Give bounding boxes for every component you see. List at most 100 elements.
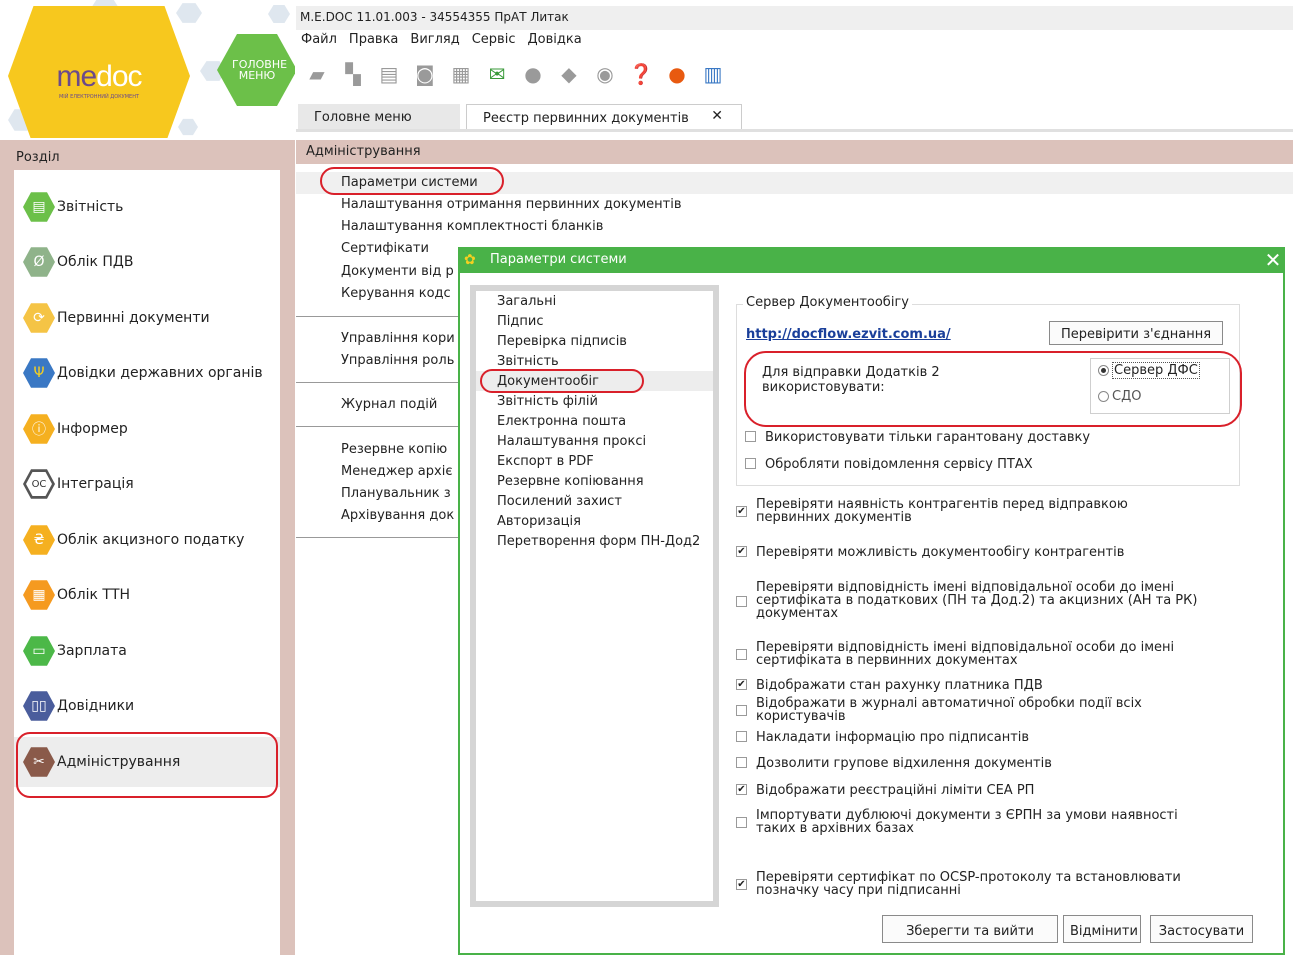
nav-item-general[interactable]: Загальні bbox=[497, 294, 556, 309]
link-primary-docs-settings[interactable]: Налаштування отримання первинних докумен… bbox=[341, 197, 681, 212]
checkbox-box[interactable] bbox=[736, 705, 747, 716]
nav-item-backup[interactable]: Резервне копіювання bbox=[497, 474, 644, 489]
checkbox-import-duplicates[interactable]: Імпортувати дублюючі документи з ЄРПН за… bbox=[736, 809, 1178, 835]
checkbox-box[interactable]: ✔ bbox=[736, 546, 747, 557]
checkbox-check-counterparties[interactable]: ✔ Перевіряти наявність контрагентів перед… bbox=[736, 498, 1128, 524]
nav-item-reporting[interactable]: Звітність bbox=[497, 354, 559, 369]
checkbox-check-docflow[interactable]: ✔ Перевіряти можливість документообігу ко… bbox=[736, 546, 1124, 559]
tab-main-menu[interactable]: Головне меню bbox=[298, 104, 460, 130]
sidebar-item-administration[interactable]: ✂ Адміністрування bbox=[14, 737, 280, 787]
shield-icon[interactable]: ◆ bbox=[554, 59, 584, 89]
link-role-management[interactable]: Управління роль bbox=[341, 353, 454, 368]
help-icon[interactable]: ❓ bbox=[626, 59, 656, 89]
delete-doc-icon[interactable]: ▚ bbox=[338, 59, 368, 89]
link-codes-management[interactable]: Керування кодс bbox=[341, 286, 451, 301]
checkbox-box[interactable] bbox=[745, 458, 756, 469]
menu-view[interactable]: Вигляд bbox=[410, 30, 465, 52]
sidebar-item-reports[interactable]: ▤ Звітність bbox=[14, 182, 280, 232]
search-icon[interactable]: ● bbox=[518, 59, 548, 89]
checkbox-log-all-users[interactable]: Відображати в журналі автоматичної оброб… bbox=[736, 697, 1142, 723]
sidebar-item-directories[interactable]: ▯▯ Довідники bbox=[14, 681, 280, 731]
nav-item-signature[interactable]: Підпис bbox=[497, 314, 543, 329]
sidebar-item-excise[interactable]: ₴ Облік акцизного податку bbox=[14, 515, 280, 565]
nav-item-pdf-export[interactable]: Експорт в PDF bbox=[497, 454, 594, 469]
sidebar-item-integration[interactable]: OC Інтеграція bbox=[14, 459, 280, 509]
checkbox-box[interactable] bbox=[736, 649, 747, 660]
sidebar-item-vat[interactable]: Ø Облік ПДВ bbox=[14, 237, 280, 287]
nav-item-authorization[interactable]: Авторизація bbox=[497, 514, 581, 529]
checkbox-box[interactable]: ✔ bbox=[736, 879, 747, 890]
checkbox-ptah-messages[interactable]: Обробляти повідомлення сервісу ПТАХ bbox=[745, 458, 1033, 471]
nav-item-enhanced-protection[interactable]: Посилений захист bbox=[497, 494, 622, 509]
radio-sdo[interactable]: СДО bbox=[1098, 389, 1141, 404]
link-backup[interactable]: Резервне копію bbox=[341, 442, 447, 457]
link-certificates[interactable]: Сертифікати bbox=[341, 241, 429, 256]
checkbox-registration-limits[interactable]: ✔ Відображати реєстраційні ліміти СЕА РП bbox=[736, 784, 1034, 797]
cancel-button[interactable]: Відмінити bbox=[1063, 915, 1141, 943]
sidebar-item-primary-docs[interactable]: ⟳ Первинні документи bbox=[14, 293, 280, 343]
nav-item-branch-reporting[interactable]: Звітність філій bbox=[497, 394, 598, 409]
menu-service[interactable]: Сервіс bbox=[472, 30, 522, 52]
nav-item-form-conversion[interactable]: Перетворення форм ПН-Дод2 bbox=[497, 534, 700, 549]
nav-item-proxy[interactable]: Налаштування проксі bbox=[497, 434, 646, 449]
tab-primary-docs-registry[interactable]: Реєстр первинних документів ✕ bbox=[466, 104, 742, 130]
link-scheduler[interactable]: Планувальник з bbox=[341, 486, 451, 501]
checkbox-match-name-tax-docs[interactable]: Перевіряти відповідність імені відповіда… bbox=[736, 581, 1197, 620]
checkbox-vat-account-state[interactable]: ✔ Відображати стан рахунку платника ПДВ bbox=[736, 679, 1043, 692]
checkbox-box[interactable]: ✔ bbox=[736, 506, 747, 517]
checkbox-box[interactable]: ✔ bbox=[736, 679, 747, 690]
sidebar-item-ttn[interactable]: ▦ Облік ТТН bbox=[14, 570, 280, 620]
checkbox-box[interactable] bbox=[736, 596, 747, 607]
checkbox-box[interactable] bbox=[745, 431, 756, 442]
radio-dfs-server[interactable]: Сервер ДФС bbox=[1098, 362, 1200, 379]
apply-button[interactable]: Застосувати bbox=[1150, 915, 1253, 943]
window-title: M.E.DOC 11.01.003 - 34554355 ПрАТ Литак bbox=[296, 6, 1293, 30]
checkbox-box[interactable]: ✔ bbox=[736, 784, 747, 795]
check-connection-button[interactable]: Перевірити з'єднання bbox=[1049, 321, 1223, 345]
checkbox-box[interactable] bbox=[736, 731, 747, 742]
checkbox-guaranteed-delivery[interactable]: Використовувати тільки гарантовану доста… bbox=[745, 431, 1090, 444]
link-documents-from[interactable]: Документи від р bbox=[341, 264, 454, 279]
checkbox-box[interactable] bbox=[736, 757, 747, 768]
trident-icon: Ψ bbox=[23, 358, 55, 388]
menu-file[interactable]: Файл bbox=[301, 30, 343, 52]
menu-bar: Файл Правка Вигляд Сервіс Довідка bbox=[296, 30, 1293, 52]
link-blank-completeness[interactable]: Налаштування комплектності бланків bbox=[341, 219, 603, 234]
link-event-log[interactable]: Журнал подій bbox=[341, 397, 437, 412]
print-icon[interactable]: ▦ bbox=[446, 59, 476, 89]
nav-item-signature-check[interactable]: Перевірка підписів bbox=[497, 334, 627, 349]
close-icon[interactable]: ✕ bbox=[711, 108, 723, 124]
report-icon: ▤ bbox=[23, 192, 55, 222]
link-doc-archiving[interactable]: Архівування док bbox=[341, 508, 454, 523]
checkbox-group-rejection[interactable]: Дозволити групове відхилення документів bbox=[736, 757, 1052, 770]
save-and-exit-button[interactable]: Зберегти та вийти bbox=[882, 915, 1058, 943]
integration-icon: OC bbox=[23, 469, 55, 499]
checkbox-box[interactable] bbox=[736, 817, 747, 828]
nav-item-email[interactable]: Електронна пошта bbox=[497, 414, 626, 429]
archive-icon[interactable]: ◙ bbox=[410, 59, 440, 89]
main-menu-button[interactable]: ГОЛОВНЕ МЕНЮ bbox=[217, 34, 295, 106]
toolbar: ▰ ▚ ▤ ◙ ▦ ✉ ● ◆ ◉ ❓ ● ▥ bbox=[296, 54, 896, 94]
checkbox-ocsp-timestamp[interactable]: ✔ Перевіряти сертифікат по OCSP-протоколу… bbox=[736, 871, 1181, 897]
nav-item-document-flow[interactable]: Документообіг bbox=[497, 374, 599, 389]
dialog-close-button[interactable]: ✕ bbox=[1262, 249, 1284, 271]
open-folder-icon[interactable]: ▰ bbox=[302, 59, 332, 89]
check-icon[interactable]: ◉ bbox=[590, 59, 620, 89]
video-help-icon[interactable]: ▥ bbox=[698, 59, 728, 89]
link-system-parameters[interactable]: Параметри системи bbox=[341, 175, 478, 190]
checkbox-match-name-primary-docs[interactable]: Перевіряти відповідність імені відповіда… bbox=[736, 641, 1174, 667]
link-archive-manager[interactable]: Менеджер архіє bbox=[341, 464, 452, 479]
sidebar-item-gov-references[interactable]: Ψ Довідки державних органів bbox=[14, 348, 280, 398]
chat-icon[interactable]: ● bbox=[662, 59, 692, 89]
link-user-management[interactable]: Управління кори bbox=[341, 331, 455, 346]
docflow-server-link[interactable]: http://docflow.ezvit.com.ua/ bbox=[746, 327, 951, 342]
menu-help[interactable]: Довідка bbox=[527, 30, 587, 52]
menu-edit[interactable]: Правка bbox=[349, 30, 404, 52]
send-icon[interactable]: ✉ bbox=[482, 59, 512, 89]
checkbox-signers-info[interactable]: Накладати інформацію про підписантів bbox=[736, 731, 1029, 744]
book-icon: ▯▯ bbox=[23, 691, 55, 721]
sidebar-item-salary[interactable]: ▭ Зарплата bbox=[14, 626, 280, 676]
documents-icon[interactable]: ▤ bbox=[374, 59, 404, 89]
sidebar-item-informer[interactable]: ⓘ Інформер bbox=[14, 404, 280, 454]
salary-icon: ▭ bbox=[23, 636, 55, 666]
